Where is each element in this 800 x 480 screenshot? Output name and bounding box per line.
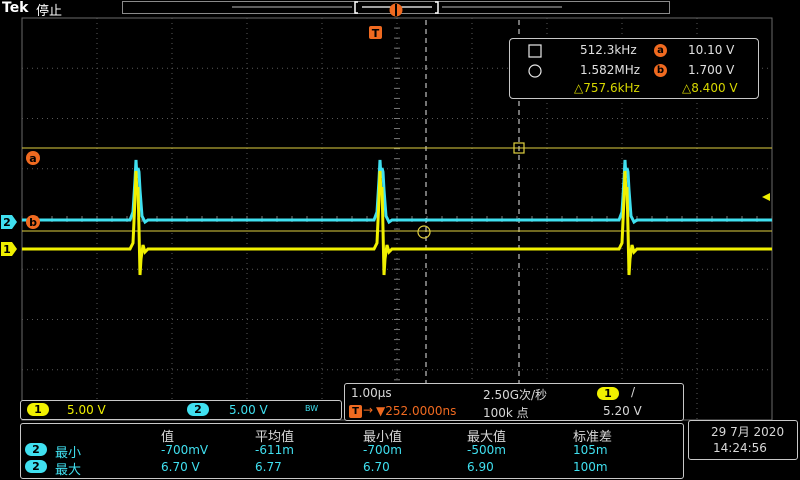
record-length[interactable]: 100k 点 (483, 404, 529, 421)
timebase-trigger-panel[interactable]: 1.00µs 2.50G次/秒 1 / T → ▼252.0000ns 100k… (344, 383, 684, 421)
row-max: 6.90 (467, 460, 494, 474)
row-channel-badge: 2 (25, 443, 47, 456)
cursor-a-marker-label: a (29, 152, 36, 165)
cursor-a-marker[interactable]: a (26, 151, 40, 165)
ch1-ground-marker[interactable]: 1 (1, 242, 17, 256)
cursor-b-marker-label: b (29, 216, 37, 229)
square-cursor-icon (528, 44, 542, 58)
circle-cursor-freq: 1.582MHz (580, 63, 641, 77)
cursor-b-marker[interactable]: b (26, 215, 40, 229)
sample-rate: 2.50G次/秒 (483, 388, 548, 402)
row-stddev: 100m (573, 460, 608, 474)
row-min: -700m (363, 443, 402, 457)
row-value: 6.70 V (161, 460, 200, 474)
trigger-position-icon: T (349, 405, 362, 418)
row-mean: 6.77 (255, 460, 282, 474)
delta-voltage: △8.400 V (682, 81, 738, 95)
current-date: 29 7月 2020 (711, 425, 785, 439)
cursor-b-badge: b (654, 64, 667, 77)
ch1-scale[interactable]: 5.00 V (67, 403, 106, 417)
row-value: -700mV (161, 443, 209, 457)
row-channel-badge: 2 (25, 460, 47, 473)
trigger-position-arrow: → (363, 403, 374, 417)
ch1-marker-label: 1 (3, 243, 11, 256)
row-min: 6.70 (363, 460, 390, 474)
circle-cursor-icon (528, 64, 542, 78)
datetime-panel[interactable]: 29 7月 2020 14:24:56 (688, 420, 798, 460)
cursor-a-badge: a (654, 44, 667, 57)
ch2-marker-label: 2 (3, 216, 11, 229)
cursor-circle-handle[interactable] (417, 225, 431, 239)
horizontal-scale[interactable]: 1.00µs (351, 386, 392, 400)
cursor-b-value: 1.700 V (688, 63, 735, 77)
trigger-t-marker[interactable]: T (369, 26, 382, 40)
bandwidth-limit-flag: BW (305, 404, 319, 413)
cursor-readout-panel: 512.3kHz a 10.10 V 1.582MHz b 1.700 V △7… (509, 38, 759, 99)
cursor-a-value: 10.10 V (688, 43, 735, 57)
ch2-scale[interactable]: 5.00 V (229, 403, 268, 417)
row-measurement-name: 最大 (55, 463, 82, 478)
trigger-position[interactable]: ▼252.0000ns (376, 404, 456, 418)
row-mean: -611m (255, 443, 294, 457)
row-stddev: 105m (573, 443, 608, 457)
square-cursor-freq: 512.3kHz (580, 43, 637, 57)
trigger-level[interactable]: 5.20 V (603, 404, 642, 418)
measurements-table: 值 平均值 最小值 最大值 标准差 2 最小 -700mV -611m -700… (20, 423, 684, 479)
ch2-badge[interactable]: 2 (187, 403, 209, 416)
row-max: -500m (467, 443, 506, 457)
ch1-badge[interactable]: 1 (27, 403, 49, 416)
ch2-ground-marker[interactable]: 2 (1, 215, 17, 229)
delta-frequency: △757.6kHz (574, 81, 640, 95)
channel-scale-bar: 1 5.00 V 2 5.00 V BW (20, 400, 342, 420)
table-row[interactable]: 2 最小 -700mV -611m -700m -500m 105m (21, 442, 685, 461)
current-time: 14:24:56 (713, 441, 767, 455)
table-row[interactable]: 2 最大 6.70 V 6.77 6.70 6.90 100m (21, 459, 685, 478)
trigger-t-label: T (372, 27, 380, 40)
trigger-source-badge[interactable]: 1 (597, 387, 619, 400)
trigger-slope[interactable]: / (631, 385, 635, 399)
trigger-position-marker[interactable] (389, 3, 403, 17)
trigger-level-arrow[interactable] (762, 193, 770, 201)
